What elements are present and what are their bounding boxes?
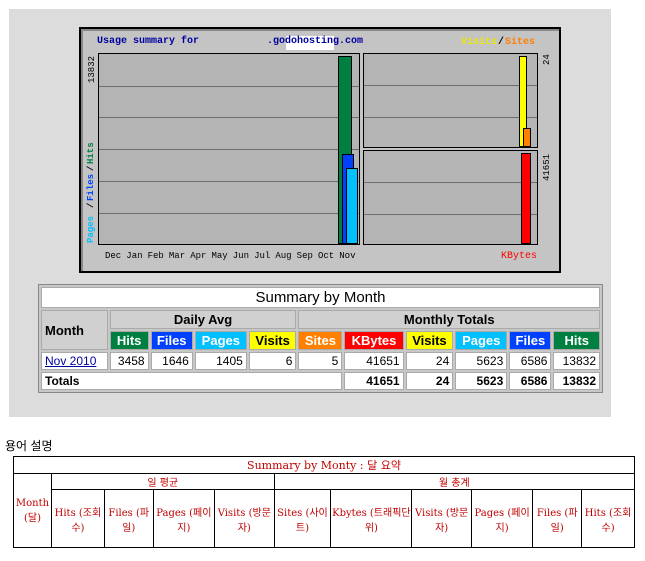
month-link[interactable]: Nov 2010 xyxy=(41,352,108,370)
glossary-col: Visits (방문자) xyxy=(214,489,275,548)
col-header-sites: Sites xyxy=(298,331,343,350)
totals-cell: 13832 xyxy=(553,372,600,390)
month-tick: Sep xyxy=(296,251,313,261)
visits-sites-plot xyxy=(363,53,538,148)
glossary-col: Hits (조회수) xyxy=(581,489,635,548)
totals-row: Totals 41651 24 5623 6586 13832 xyxy=(41,372,600,390)
stats-panel: Usage summary for .godohosting.com Visit… xyxy=(9,9,611,417)
table-cell: 5 xyxy=(298,352,343,370)
glossary-col: Hits (조회수) xyxy=(51,489,105,548)
col-header-pages: Pages xyxy=(194,331,247,350)
col-header-visits: Visits xyxy=(248,331,297,350)
month-tick: Aug xyxy=(275,251,292,261)
month-header: Month xyxy=(41,310,108,350)
glossary-col: Pages (페이지) xyxy=(470,489,534,548)
axis-sep1: / xyxy=(86,202,96,208)
month-tick: May xyxy=(211,251,228,261)
table-cell: 41651 xyxy=(344,352,404,370)
table-cell: 24 xyxy=(405,352,454,370)
table-cell: 5623 xyxy=(455,352,508,370)
table-cell: 6586 xyxy=(509,352,552,370)
right-bottom-max-label: 41651 xyxy=(542,153,552,181)
glossary-col: Visits (방문자) xyxy=(411,489,472,548)
glossary-table: Summary by Monty : 달 요약 Month (달) 일 평균 월… xyxy=(13,456,636,548)
month-tick: Jun xyxy=(232,251,249,261)
month-tick: Mar xyxy=(168,251,186,261)
totals-cell: 24 xyxy=(405,372,454,390)
hits-files-pages-plot xyxy=(98,53,360,245)
month-tick: Oct xyxy=(317,251,335,261)
axis-files-label: Files xyxy=(86,173,96,201)
legend-sites: Sites xyxy=(505,37,536,48)
axis-hits-label: Hits xyxy=(86,142,96,164)
table-cell: 3458 xyxy=(109,352,149,370)
glossary-col: Files (파일) xyxy=(103,489,154,548)
col-header-pages: Pages xyxy=(455,331,508,350)
col-header-files: Files xyxy=(509,331,552,350)
kbytes-label: KBytes xyxy=(501,251,538,262)
column-headers: Hits Files Pages Visits Sites KBytes Visits Pag… xyxy=(41,331,600,350)
summary-title: Summary by Month xyxy=(41,287,600,308)
totals-cell: 41651 xyxy=(344,372,404,390)
month-tick: Dec xyxy=(105,251,122,261)
totals-cell: 6586 xyxy=(509,372,552,390)
summary-table: Summary by Month Month Daily Avg Monthly… xyxy=(38,284,603,393)
col-header-hits: Hits xyxy=(109,331,149,350)
kbytes-plot xyxy=(363,150,538,245)
left-max-label: 13832 xyxy=(87,55,97,83)
chart-title: Usage summary for xyxy=(97,36,200,47)
col-header-hits: Hits xyxy=(553,331,600,350)
table-row: Nov 2010 3458 1646 1405 6 5 41651 24 5623 6586 13… xyxy=(41,352,600,370)
table-cell: 13832 xyxy=(553,352,600,370)
glossary-columns: Hits (조회수) Files (파일) Pages (페이지) Visits (방… xyxy=(14,489,635,548)
axis-pages-label: Pages xyxy=(86,215,96,243)
glossary-col: Files (파일) xyxy=(532,489,583,548)
table-cell: 1646 xyxy=(150,352,193,370)
right-top-max-label: 24 xyxy=(542,54,552,65)
glossary-col: Pages (페이지) xyxy=(152,489,216,548)
month-tick: Nov xyxy=(339,251,356,261)
month-axis: Dec Jan Feb Mar Apr May Jun Jul Aug Sep Oct Nov xyxy=(105,251,361,261)
month-tick: Jul xyxy=(254,251,271,261)
legend-visits: Visits xyxy=(461,37,498,48)
glossary-col: Kbytes (트래픽단위) xyxy=(330,489,413,548)
glossary-title: Summary by Monty : 달 요약 xyxy=(13,456,635,474)
glossary-daily: 일 평균 xyxy=(51,473,275,490)
usage-chart: Usage summary for .godohosting.com Visit… xyxy=(79,27,561,273)
table-cell: 6 xyxy=(248,352,297,370)
col-header-kbytes: KBytes xyxy=(344,331,404,350)
kbytes-bar xyxy=(521,153,531,244)
month-tick: Feb xyxy=(147,251,164,261)
totals-label: Totals xyxy=(41,372,343,390)
glossary-col: Sites (사이트) xyxy=(273,489,332,548)
glossary-label: 용어 설명 xyxy=(5,439,53,453)
month-tick: Apr xyxy=(190,251,207,261)
monthly-totals-header: Monthly Totals xyxy=(298,310,600,329)
sites-bar xyxy=(523,128,531,147)
month-link-text[interactable]: Nov 2010 xyxy=(45,354,96,368)
legend-sep: / xyxy=(498,37,505,48)
totals-cell: 5623 xyxy=(455,372,508,390)
col-header-visits: Visits xyxy=(405,331,454,350)
col-header-files: Files xyxy=(150,331,193,350)
chart-domain: .godohosting.com xyxy=(267,36,364,47)
table-cell: 1405 xyxy=(194,352,247,370)
axis-sep2: / xyxy=(86,165,96,171)
glossary-month: Month (달) xyxy=(13,473,52,548)
glossary-monthly: 월 총계 xyxy=(273,473,636,490)
pages-bar xyxy=(346,168,358,244)
month-tick: Jan xyxy=(126,251,143,261)
daily-avg-header: Daily Avg xyxy=(109,310,297,329)
